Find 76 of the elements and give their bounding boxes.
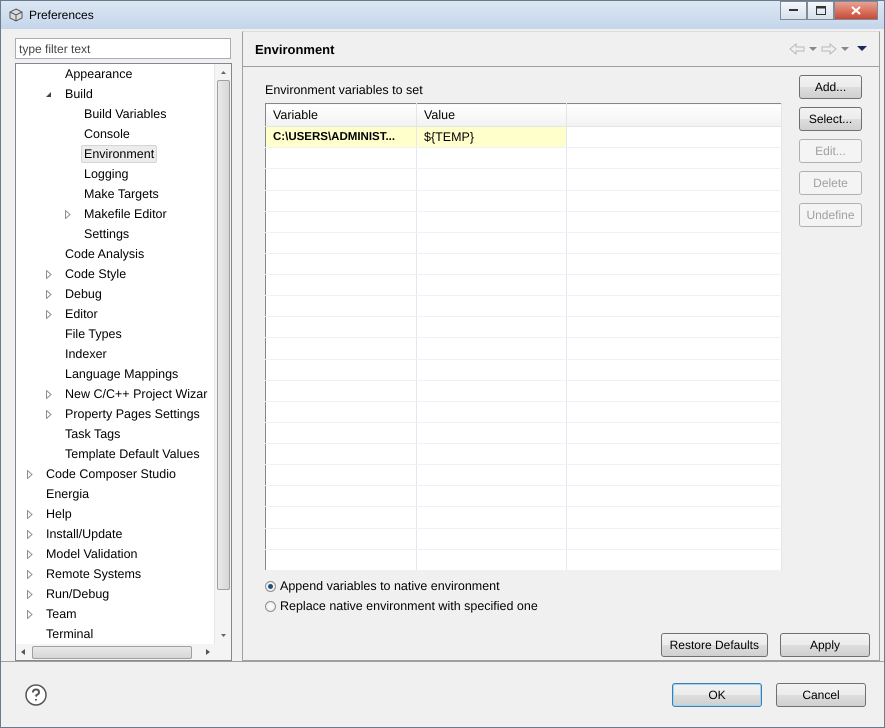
collapsed-arrow-icon[interactable] — [26, 550, 32, 558]
help-icon[interactable] — [25, 684, 47, 706]
table-label: Environment variables to set — [265, 83, 424, 97]
collapsed-arrow-icon[interactable] — [46, 390, 52, 398]
collapsed-arrow-icon[interactable] — [26, 590, 32, 598]
collapsed-arrow-icon[interactable] — [46, 410, 52, 418]
tree-item[interactable]: Code Composer Studio — [43, 465, 179, 483]
tree-item[interactable]: New C/C++ Project Wizar — [62, 385, 210, 403]
close-icon — [851, 6, 861, 15]
tree-item[interactable]: Code Analysis — [62, 245, 148, 263]
tree-item[interactable]: Build Variables — [81, 105, 170, 123]
vertical-scrollbar[interactable] — [214, 64, 231, 644]
horizontal-scrollbar[interactable] — [16, 644, 231, 660]
tree-item[interactable]: Help — [43, 505, 75, 523]
minimize-button[interactable] — [780, 1, 807, 20]
collapsed-arrow-icon[interactable] — [46, 310, 52, 318]
tree-item[interactable]: Environment — [81, 145, 158, 163]
dropdown-icon[interactable] — [809, 46, 817, 52]
radio-button[interactable] — [265, 580, 276, 592]
tree-item[interactable]: Property Pages Settings — [62, 405, 203, 423]
expanded-arrow-icon[interactable] — [45, 90, 52, 98]
tree-item[interactable]: Editor — [62, 305, 101, 323]
dropdown-icon[interactable] — [841, 46, 849, 52]
collapsed-arrow-icon[interactable] — [26, 530, 32, 538]
maximize-icon — [816, 6, 826, 15]
tree-item[interactable]: Settings — [81, 225, 132, 243]
collapsed-arrow-icon[interactable] — [26, 610, 32, 618]
side-button[interactable]: Select... — [799, 107, 862, 131]
tree-item[interactable]: Install/Update — [43, 525, 126, 543]
tree-item[interactable]: Build — [62, 85, 96, 103]
page-title: Environment — [255, 42, 334, 56]
tree-item[interactable]: Terminal — [43, 625, 96, 643]
tree-item[interactable]: Task Tags — [62, 425, 124, 443]
collapsed-arrow-icon[interactable] — [26, 510, 32, 518]
collapsed-arrow-icon[interactable] — [26, 570, 32, 578]
window-title: Preferences — [29, 8, 94, 22]
minimize-icon — [789, 9, 798, 12]
app-icon — [9, 8, 23, 22]
tree-item[interactable]: Run/Debug — [43, 585, 112, 603]
radio-label[interactable]: Replace native environment with specified one — [280, 599, 538, 613]
tree-item[interactable]: Model Validation — [43, 545, 140, 563]
column-header[interactable]: Variable — [266, 104, 416, 127]
tree-item[interactable]: Console — [81, 125, 133, 143]
collapsed-arrow-icon[interactable] — [26, 470, 32, 478]
radio-label[interactable]: Append variables to native environment — [280, 579, 500, 593]
collapsed-arrow-icon[interactable] — [46, 270, 52, 278]
tree-item[interactable]: Energia — [43, 485, 92, 503]
tree-item[interactable]: Language Mappings — [62, 365, 182, 383]
maximize-button[interactable] — [807, 1, 834, 20]
tree-item[interactable]: Appearance — [62, 65, 136, 83]
tree-item[interactable]: Indexer — [62, 345, 110, 363]
view-menu-icon[interactable] — [857, 46, 867, 52]
close-button[interactable] — [834, 1, 878, 20]
page-button[interactable]: Restore Defaults — [660, 633, 768, 657]
tree-item[interactable]: Make Targets — [81, 185, 162, 203]
page-button[interactable]: Apply — [780, 633, 870, 657]
table-cell: C:\USERS\ADMINIST... — [266, 126, 416, 148]
tree-item[interactable]: Logging — [81, 165, 132, 183]
tree-item[interactable]: Debug — [62, 285, 105, 303]
tree-item[interactable]: Remote Systems — [43, 565, 144, 583]
column-header[interactable]: Value — [416, 104, 566, 127]
side-button[interactable]: Add... — [799, 75, 862, 99]
tree-item[interactable]: Template Default Values — [62, 445, 203, 463]
dialog-button[interactable]: Cancel — [776, 682, 866, 706]
back-arrow-icon[interactable] — [789, 43, 805, 55]
table-cell: ${TEMP} — [416, 126, 566, 148]
filter-field[interactable]: type filter text — [15, 38, 231, 59]
forward-arrow-icon[interactable] — [821, 43, 837, 55]
radio-button[interactable] — [265, 600, 276, 612]
collapsed-arrow-icon[interactable] — [46, 290, 52, 298]
tree-item[interactable]: Makefile Editor — [81, 205, 170, 223]
collapsed-arrow-icon[interactable] — [64, 210, 70, 218]
dialog-button[interactable]: OK — [672, 682, 762, 706]
tree-item[interactable]: Code Style — [62, 265, 130, 283]
tree-item[interactable]: Team — [43, 605, 80, 623]
tree-item[interactable]: File Types — [62, 325, 125, 343]
